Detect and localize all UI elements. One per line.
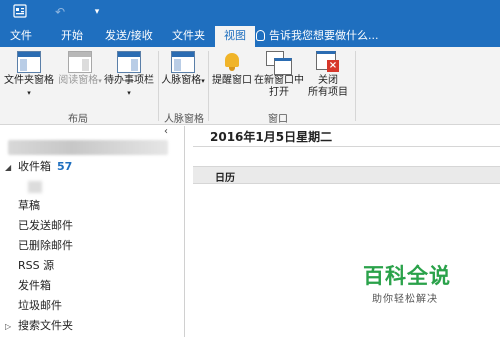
watermark-title: 百科全说 xyxy=(363,264,451,288)
inbox-label: 收件箱 xyxy=(18,160,51,173)
folder-label: 垃圾邮件 xyxy=(18,299,62,312)
people-group-label: 人脉窗格 xyxy=(164,114,204,125)
date-header: 2016年1月5日星期二 xyxy=(210,130,333,144)
group-separator xyxy=(158,51,159,121)
close-all-label-1: 关闭 xyxy=(318,75,338,86)
todo-bar-label: 待办事项栏 xyxy=(104,75,154,86)
tab-view[interactable]: 视图 xyxy=(215,26,255,47)
folder-label: 搜索文件夹 xyxy=(18,319,73,332)
folder-deleted[interactable]: 已删除邮件 xyxy=(0,236,173,256)
folder-label: 发件箱 xyxy=(18,279,51,292)
folder-junk[interactable]: 垃圾邮件 xyxy=(0,296,173,316)
tab-send-receive[interactable]: 发送/接收 xyxy=(101,24,157,47)
layout-group-label: 布局 xyxy=(68,114,88,125)
pane-gutter xyxy=(173,126,184,337)
tab-folder[interactable]: 文件夹 xyxy=(168,24,209,47)
new-window-icon xyxy=(266,51,292,75)
close-all-icon: × xyxy=(316,51,340,73)
tell-me-search[interactable]: 告诉我您想要做什么... xyxy=(256,24,379,47)
folder-outbox[interactable]: 发件箱 xyxy=(0,276,173,296)
folder-search-folders[interactable]: ▷ 搜索文件夹 xyxy=(0,316,173,336)
folder-label: 已删除邮件 xyxy=(18,239,73,252)
folder-drafts[interactable]: 草稿 xyxy=(0,196,173,216)
reading-pane-label: 阅读窗格 xyxy=(58,75,99,86)
folder-pane: ‹ ◢ 收件箱 57 草稿 已发送邮件 已删除邮件 RSS 源 发件箱 垃圾邮件 ▷… xyxy=(0,126,173,337)
folder-label: RSS 源 xyxy=(18,259,55,272)
watermark-subtitle: 助你轻松解决 xyxy=(372,294,438,305)
calendar-label: 日历 xyxy=(215,173,235,184)
group-separator xyxy=(355,51,356,121)
tell-me-text: 告诉我您想要做什么... xyxy=(269,29,379,42)
calendar-section-header[interactable]: 日历 xyxy=(193,166,500,184)
folder-pane-label: 文件夹窗格 xyxy=(4,75,54,86)
reading-pane-button[interactable]: 阅读窗格▾ xyxy=(57,51,103,87)
people-pane-button[interactable]: 人脉窗格▾ xyxy=(161,51,205,87)
customize-dropdown-icon[interactable]: ▾ xyxy=(89,4,105,20)
folder-rss[interactable]: RSS 源 xyxy=(0,256,173,276)
reminders-window-label: 提醒窗口 xyxy=(212,75,252,86)
folder-inbox[interactable]: ◢ 收件箱 57 xyxy=(0,157,173,177)
account-header[interactable] xyxy=(8,140,168,155)
title-bar: ↶ ▾ xyxy=(0,0,500,24)
main-pane: 2016年1月5日星期二 日历 xyxy=(185,126,500,337)
todo-bar-button[interactable]: 待办事项栏 ▾ xyxy=(104,51,154,99)
inbox-subfolder[interactable] xyxy=(28,181,42,193)
group-separator xyxy=(208,51,209,121)
open-new-window-button[interactable]: 在新窗口中 打开 xyxy=(254,51,304,99)
folder-label: 草稿 xyxy=(18,199,40,212)
lightbulb-icon xyxy=(256,30,265,41)
window-group-label: 窗口 xyxy=(268,114,288,125)
tab-home[interactable]: 开始 xyxy=(57,24,87,47)
ribbon-tabs: 文件 开始 发送/接收 文件夹 视图 告诉我您想要做什么... xyxy=(0,24,500,47)
dropdown-caret-icon: ▾ xyxy=(127,89,131,97)
reading-pane-icon xyxy=(68,51,92,73)
folder-pane-icon xyxy=(17,51,41,73)
open-new-window-label-1: 在新窗口中 xyxy=(254,75,304,86)
collapsed-triangle-icon[interactable]: ▷ xyxy=(5,317,15,337)
dropdown-caret-icon: ▾ xyxy=(98,77,102,85)
dropdown-caret-icon: ▾ xyxy=(201,77,205,85)
todo-bar-icon xyxy=(117,51,141,73)
people-pane-label: 人脉窗格 xyxy=(161,75,202,86)
open-new-window-label-2: 打开 xyxy=(269,87,289,98)
bell-icon xyxy=(223,51,241,73)
folder-sent[interactable]: 已发送邮件 xyxy=(0,216,173,236)
folder-pane-button[interactable]: 文件夹窗格 ▾ xyxy=(4,51,54,99)
expanded-triangle-icon[interactable]: ◢ xyxy=(5,158,15,178)
divider xyxy=(193,146,500,147)
close-all-label-2: 所有项目 xyxy=(308,87,348,98)
reminders-window-button[interactable]: 提醒窗口 xyxy=(210,51,254,87)
tab-file[interactable]: 文件 xyxy=(6,24,36,47)
undo-icon[interactable]: ↶ xyxy=(52,4,68,20)
folder-label: 已发送邮件 xyxy=(18,219,73,232)
people-pane-icon xyxy=(171,51,195,73)
close-all-items-button[interactable]: × 关闭 所有项目 xyxy=(305,51,351,99)
inbox-unread-count: 57 xyxy=(57,160,73,173)
collapse-pane-icon[interactable]: ‹ xyxy=(164,126,168,137)
outlook-app-icon[interactable] xyxy=(12,4,28,20)
dropdown-caret-icon: ▾ xyxy=(27,89,31,97)
ribbon: 文件夹窗格▾ 阅读窗格▾ 待办事项栏▾ 布局 人脉窗格▾ 人脉窗格 提醒窗口 在… xyxy=(0,47,500,125)
